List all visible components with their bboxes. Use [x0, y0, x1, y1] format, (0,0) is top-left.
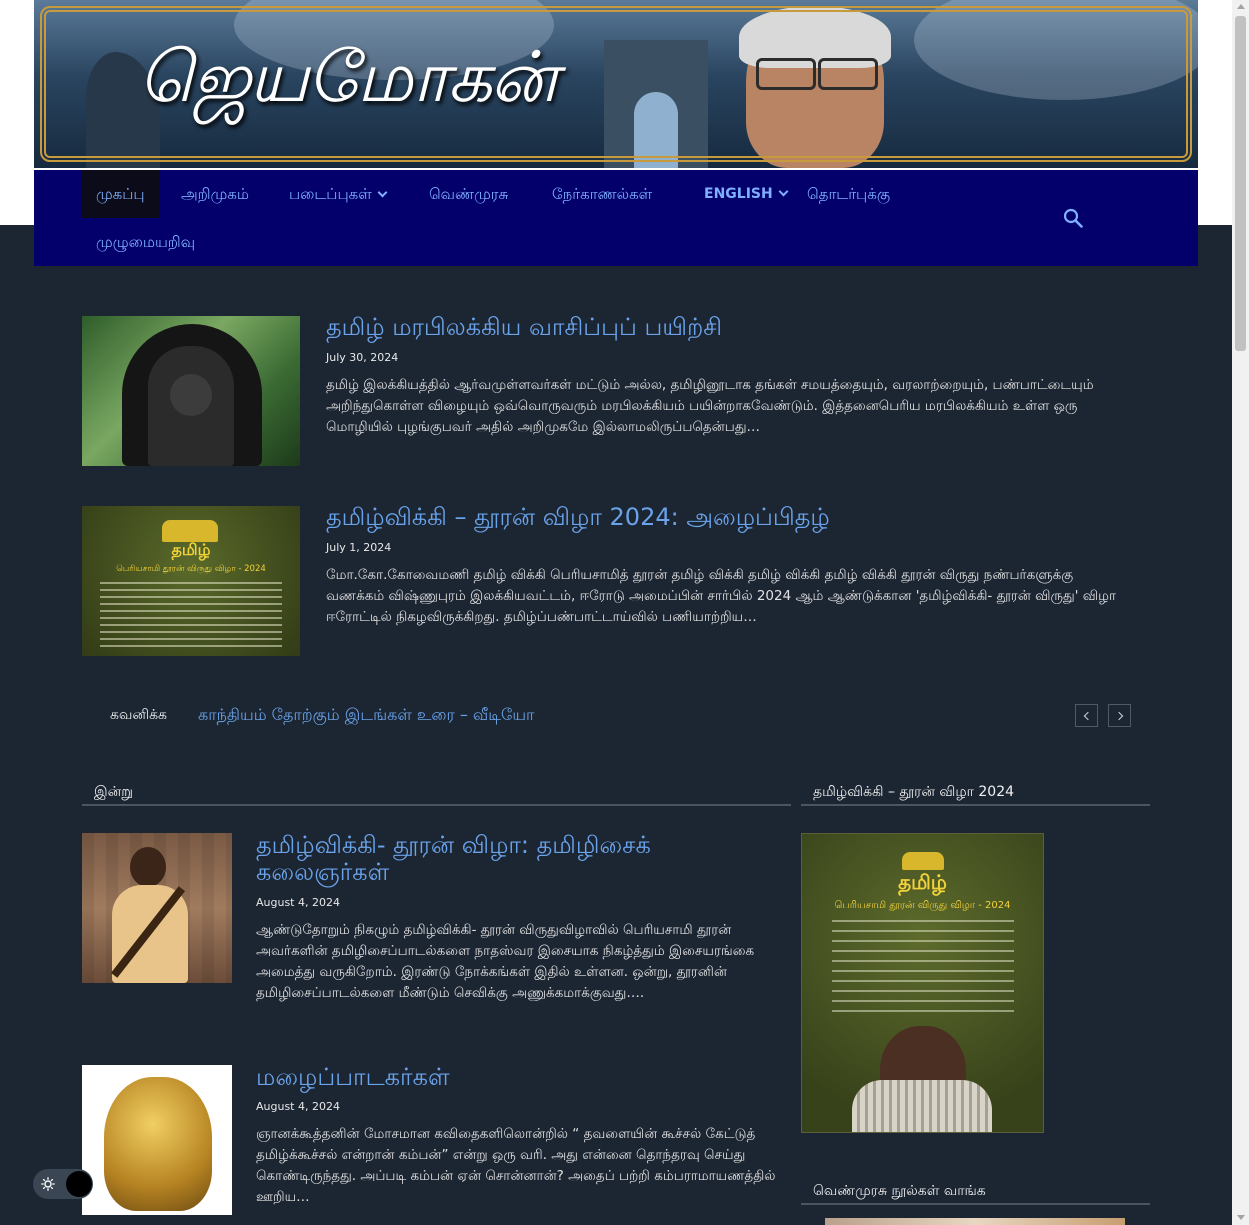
nav-item-contact[interactable]: தொடர்புக்கு — [793, 170, 904, 218]
sun-icon — [41, 1177, 55, 1191]
sidebar-widget-heading: தமிழ்விக்கி – தூரன் விழா 2024 — [813, 784, 1015, 800]
post-title-continued[interactable]: கலைஞர்கள் — [256, 858, 389, 889]
musician-head — [130, 847, 166, 887]
post-title[interactable]: மழைப்பாடகர்கள் — [256, 1063, 450, 1094]
chevron-left-icon — [1083, 711, 1093, 721]
honoree-photo-shirt — [852, 1080, 992, 1132]
post-excerpt: ஞானக்கூத்தனின் மோசமான கவிதைகளிலொன்றில் “… — [256, 1126, 776, 1205]
temple-icon — [162, 520, 218, 542]
nav-item-english[interactable]: ENGLISH — [690, 170, 801, 218]
nav-item-label: தொடர்புக்கு — [807, 185, 891, 203]
chevron-right-icon — [1114, 711, 1124, 721]
post-excerpt: தமிழ் இலக்கியத்தில் ஆர்வமுள்ளவர்கள் மட்ட… — [326, 377, 1094, 435]
nav-item-intro[interactable]: அறிமுகம் — [167, 170, 263, 218]
post-thumbnail[interactable] — [82, 1065, 232, 1215]
event-poster[interactable]: தமிழ் பெரியசாமி தூரன் விருது விழா - 2024 — [801, 833, 1044, 1133]
scroll-up-arrow-icon[interactable] — [1237, 4, 1245, 9]
ticker-prev-button[interactable] — [1075, 704, 1098, 727]
statue-face — [170, 374, 212, 416]
post-title[interactable]: தமிழ் மரபிலக்கிய வாசிப்புப் பயிற்சி — [326, 313, 722, 344]
search-icon[interactable] — [1063, 208, 1083, 228]
block-divider — [82, 804, 791, 806]
scroll-down-arrow-icon[interactable] — [1237, 1215, 1245, 1220]
banner-frame — [40, 6, 1192, 162]
page-scrollbar[interactable] — [1232, 0, 1249, 1225]
ticker-next-button[interactable] — [1108, 704, 1131, 727]
chevron-down-icon — [377, 187, 388, 198]
post-thumbnail[interactable] — [82, 833, 232, 983]
nav-item-interviews[interactable]: நேர்காணல்கள் — [538, 170, 666, 218]
site-banner[interactable]: ஜெயமோகன் — [34, 0, 1198, 168]
thumbnail-heading: பெரியசாமி தூரன் விருது விழா - 2024 — [116, 564, 266, 574]
scrollbar-thumb[interactable] — [1235, 16, 1246, 351]
ticker-link[interactable]: காந்தியம் தோற்கும் இடங்கள் உரை – வீடியோ — [198, 705, 534, 726]
nav-item-label: முழுமையறிவு — [96, 233, 196, 251]
nav-item-label: நேர்காணல்கள் — [552, 185, 653, 203]
thumbnail-text-lines — [100, 582, 282, 648]
nav-item-works[interactable]: படைப்புகள் — [275, 170, 400, 218]
nav-item-label: ENGLISH — [704, 186, 773, 202]
post-excerpt: ஆண்டுதோறும் நிகழும் தமிழ்விக்கி- தூரன் வ… — [256, 922, 755, 1001]
block-divider — [801, 804, 1150, 806]
toggle-knob — [66, 1171, 92, 1197]
post-date: July 30, 2024 — [326, 351, 399, 364]
ticker-label: கவனிக்க — [110, 707, 168, 723]
nav-item-label: அறிமுகம் — [181, 185, 249, 203]
nav-item-label: முகப்பு — [96, 185, 145, 203]
book-banner-image[interactable] — [825, 1218, 1125, 1225]
block-heading-today: இன்று — [94, 784, 133, 800]
temple-icon — [902, 852, 944, 870]
post-date: August 4, 2024 — [256, 896, 340, 909]
nav-item-complete-knowledge[interactable]: முழுமையறிவு — [82, 218, 209, 266]
post-date: July 1, 2024 — [326, 541, 392, 554]
chevron-down-icon — [778, 186, 789, 197]
post-thumbnail[interactable]: தமிழ் பெரியசாமி தூரன் விருது விழா - 2024 — [82, 506, 300, 656]
dark-mode-toggle[interactable] — [33, 1169, 93, 1199]
post-thumbnail[interactable] — [82, 316, 300, 466]
thumbnail-logo-text: தமிழ் — [171, 540, 211, 559]
main-navigation: முகப்பு அறிமுகம் படைப்புகள் வெண்முரசு நே… — [34, 170, 1198, 266]
block-divider — [801, 1203, 1150, 1205]
golden-frog-statue — [104, 1077, 212, 1211]
post-date: August 4, 2024 — [256, 1100, 340, 1113]
post-title[interactable]: தமிழ்விக்கி – தூரன் விழா 2024: அழைப்பிதழ… — [326, 503, 830, 534]
post-excerpt: மோ.கோ.கோவைமணி தமிழ் விக்கி பெரியசாமித் த… — [326, 567, 1117, 625]
poster-text-lines — [832, 920, 1014, 1016]
nav-item-venmurasu[interactable]: வெண்முரசு — [415, 170, 522, 218]
nav-item-home[interactable]: முகப்பு — [82, 170, 159, 218]
nav-item-label: வெண்முரசு — [429, 185, 509, 203]
sidebar-widget-heading: வெண்முரசு நூல்கள் வாங்க — [813, 1183, 986, 1199]
poster-heading: பெரியசாமி தூரன் விருது விழா - 2024 — [834, 900, 1011, 911]
poster-logo-text: தமிழ் — [898, 870, 947, 894]
nav-item-label: படைப்புகள் — [289, 185, 372, 203]
